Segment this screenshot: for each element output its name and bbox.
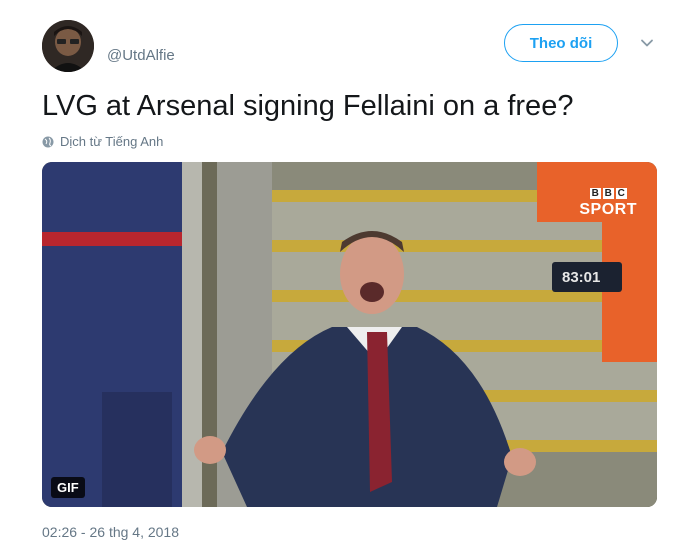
gif-badge: GIF <box>51 477 85 498</box>
broadcaster-sport-label: SPORT <box>579 201 637 218</box>
bbc-block: B <box>589 188 601 199</box>
chevron-down-icon[interactable] <box>640 36 654 50</box>
user-handle[interactable]: @UtdAlfie <box>107 47 175 64</box>
broadcaster-logo: B B C SPORT <box>579 188 637 219</box>
svg-text:83:01: 83:01 <box>562 269 600 286</box>
translate-label: Dịch từ Tiếng Anh <box>60 134 164 149</box>
tweet-text: LVG at Arsenal signing Fellaini on a fre… <box>42 90 574 122</box>
bbc-block: B <box>602 188 614 199</box>
gif-media[interactable]: 83:01 B B C SPORT GIF <box>42 162 657 507</box>
follow-button[interactable]: Theo dõi <box>504 24 618 62</box>
translate-link[interactable]: Dịch từ Tiếng Anh <box>42 134 163 149</box>
media-frame: 83:01 <box>42 162 657 507</box>
avatar[interactable] <box>42 20 94 72</box>
globe-icon <box>42 136 54 147</box>
tweet-timestamp[interactable]: 02:26 - 26 thg 4, 2018 <box>42 524 179 540</box>
bbc-block: C <box>615 188 627 199</box>
